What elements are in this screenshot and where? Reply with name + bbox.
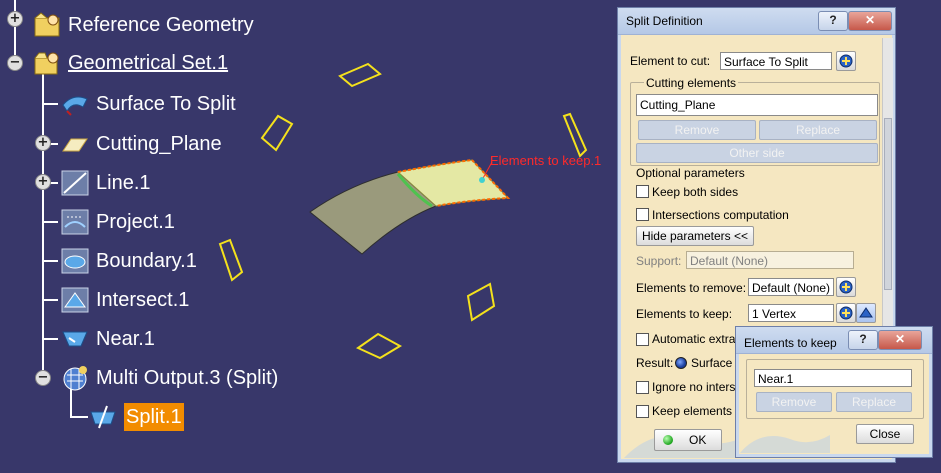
help-button[interactable]: ? — [818, 11, 848, 31]
result-surface-radio[interactable] — [675, 357, 687, 369]
elements-to-keep-list[interactable]: Near.1 — [754, 369, 912, 387]
dialog-title: Split Definition — [626, 14, 703, 28]
remove-button[interactable]: Remove — [756, 392, 832, 412]
close-dialog-button[interactable]: Close — [856, 424, 914, 444]
replace-button[interactable]: Replace — [759, 120, 877, 140]
cutting-elements-label: Cutting elements — [644, 76, 739, 90]
other-side-button[interactable]: Other side — [636, 143, 878, 163]
element-to-cut-picker-icon[interactable] — [836, 51, 856, 71]
keep-elements-label: Keep elements in — [652, 404, 745, 418]
remove-button[interactable]: Remove — [638, 120, 756, 140]
plane-glyph — [466, 282, 496, 322]
elements-to-keep-dialog: Elements to keep ? ✕ Near.1 Remove Repla… — [735, 326, 933, 458]
dialog-titlebar[interactable]: Split Definition ? ✕ — [618, 8, 895, 35]
optional-parameters-label: Optional parameters — [636, 166, 745, 180]
ignore-no-intersection-label: Ignore no interse — [652, 380, 743, 394]
close-button[interactable]: ✕ — [848, 11, 892, 31]
support-label: Support: — [636, 254, 682, 268]
result-surface-label: Surface — [691, 356, 733, 370]
element-to-cut-field[interactable]: Surface To Split — [720, 52, 832, 70]
close-button[interactable]: ✕ — [878, 330, 922, 350]
automatic-extrapolation-label: Automatic extrap — [652, 332, 743, 346]
elements-to-keep-annotation: Elements to keep.1 — [490, 153, 602, 168]
ok-status-icon — [663, 435, 673, 445]
elements-to-remove-label: Elements to remove: — [636, 281, 747, 295]
support-field[interactable]: Default (None) — [686, 251, 854, 269]
elements-to-remove-picker-icon[interactable] — [836, 277, 856, 297]
dialog-decoration — [740, 435, 830, 453]
cutting-elements-list[interactable]: Cutting_Plane — [636, 94, 878, 116]
keep-both-sides-checkbox[interactable] — [636, 185, 649, 198]
dialog-title: Elements to keep — [744, 336, 837, 350]
ok-label: OK — [689, 433, 707, 447]
plane-glyph — [338, 62, 382, 88]
elements-to-keep-label: Elements to keep: — [636, 307, 733, 321]
result-label: Result: — [636, 356, 674, 370]
elements-to-remove-field[interactable]: Default (None) — [748, 278, 834, 296]
element-to-cut-label: Element to cut: — [630, 54, 711, 68]
elements-to-keep-list-icon[interactable] — [856, 303, 876, 323]
scrollbar-thumb[interactable] — [884, 118, 892, 290]
intersections-computation-checkbox[interactable] — [636, 208, 649, 221]
help-button[interactable]: ? — [848, 330, 878, 350]
elements-to-keep-field[interactable]: 1 Vertex — [748, 304, 834, 322]
hide-parameters-button[interactable]: Hide parameters << — [636, 226, 754, 246]
keep-both-sides-label: Keep both sides — [652, 185, 739, 199]
intersections-computation-label: Intersections computation — [652, 208, 789, 222]
replace-button[interactable]: Replace — [836, 392, 912, 412]
keep-elements-checkbox[interactable] — [636, 405, 649, 418]
dialog-titlebar[interactable]: Elements to keep ? ✕ — [736, 327, 932, 354]
ignore-no-intersection-checkbox[interactable] — [636, 381, 649, 394]
keep-vertex-marker[interactable] — [479, 177, 485, 183]
plane-glyph — [260, 114, 294, 152]
elements-to-keep-picker-icon[interactable] — [836, 303, 856, 323]
plane-glyph — [355, 332, 403, 360]
plane-glyph — [562, 112, 588, 158]
automatic-extrapolation-checkbox[interactable] — [636, 333, 649, 346]
plane-glyph — [218, 238, 244, 282]
ok-button[interactable]: OK — [654, 429, 722, 451]
